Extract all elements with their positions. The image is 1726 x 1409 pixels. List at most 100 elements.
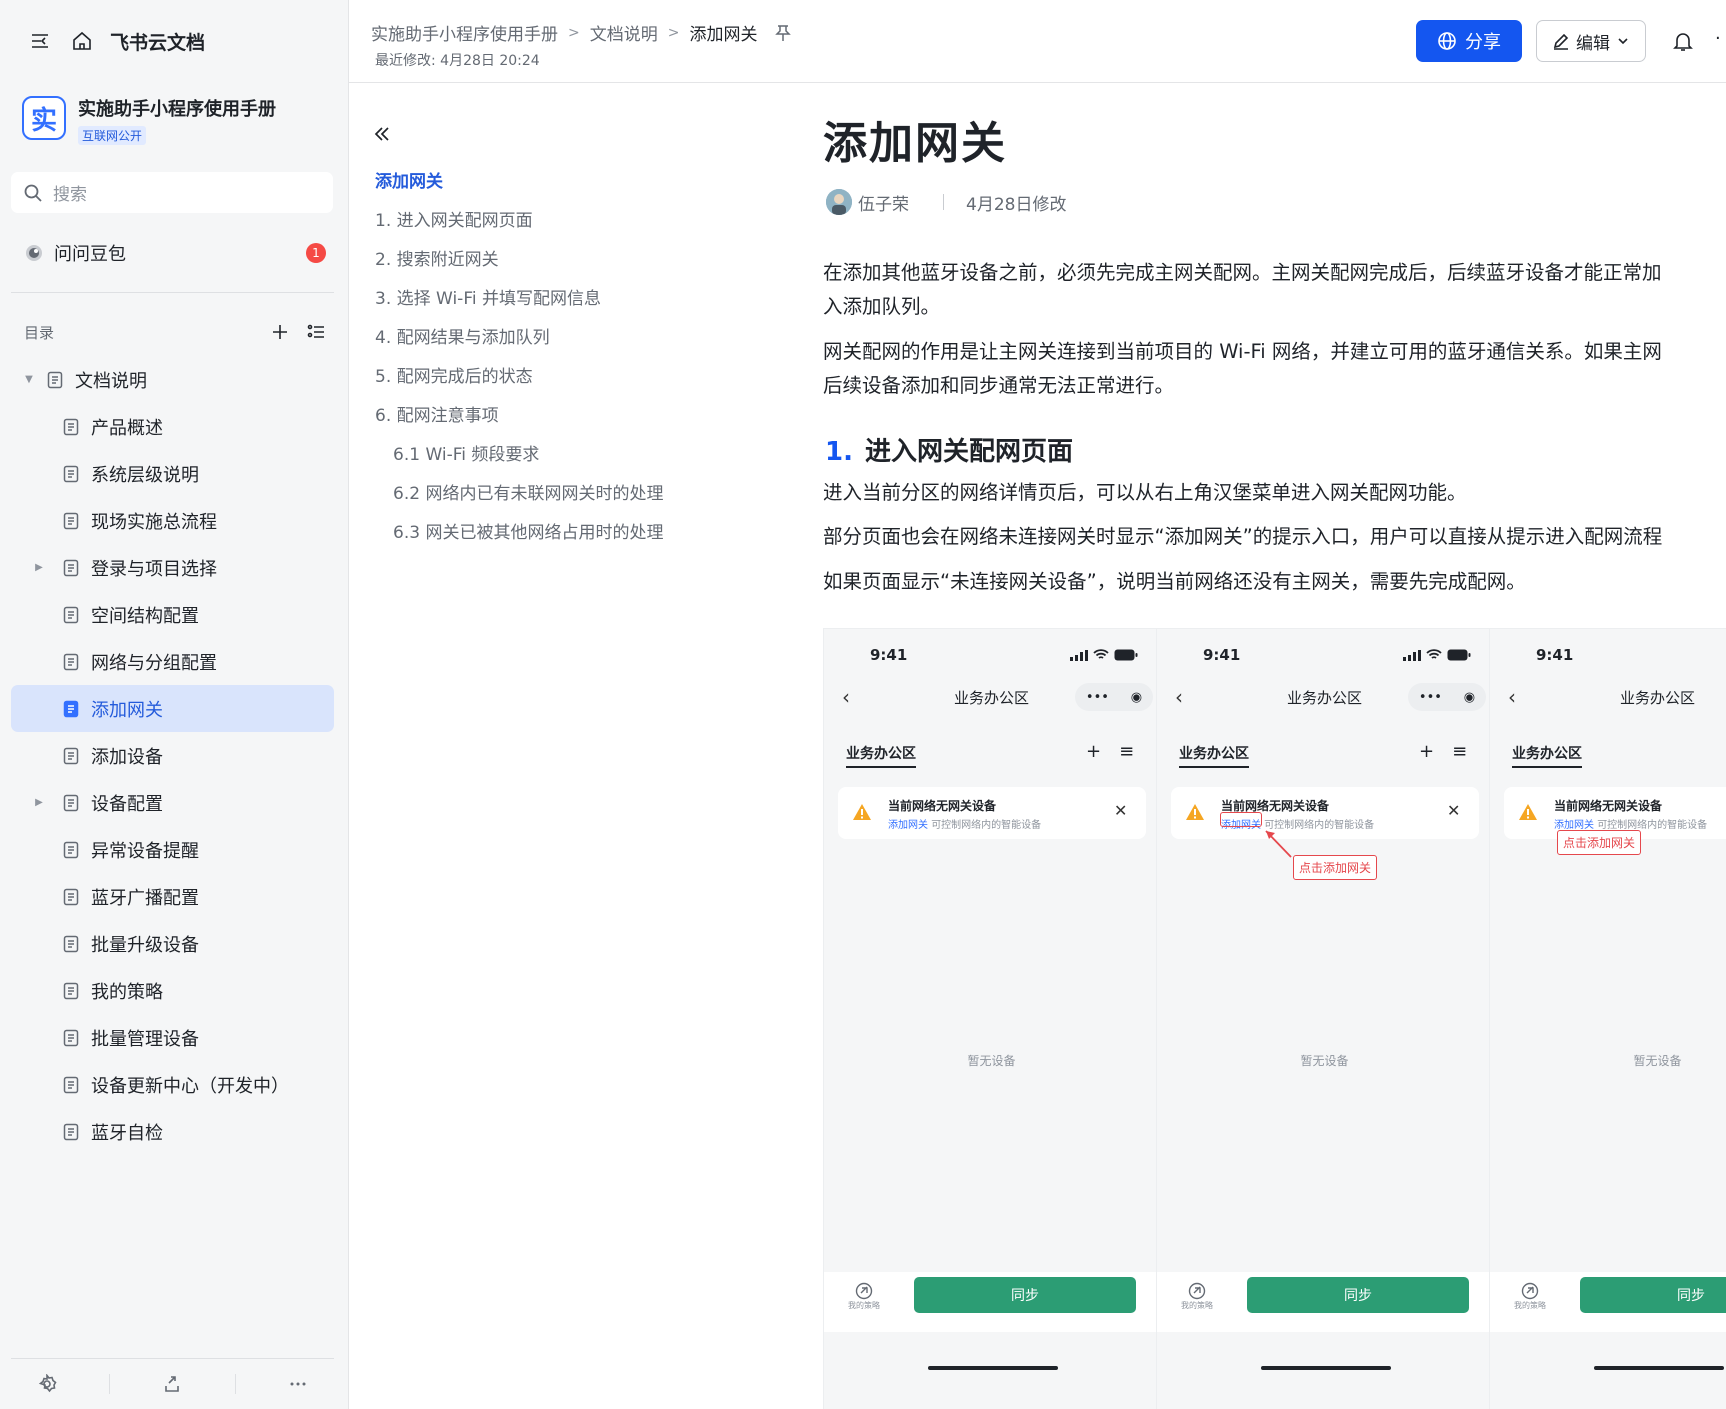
outline-item[interactable]: 6.1 Wi-Fi 频段要求 bbox=[375, 436, 735, 475]
miniprogram-capsule: ••• ◉ bbox=[1075, 683, 1153, 711]
paragraph[interactable]: 网关配网的作用是让主网关连接到当前项目的 Wi-Fi 网络，并建立可用的蓝牙通信… bbox=[823, 335, 1662, 369]
warning-icon bbox=[1186, 804, 1204, 820]
outline-item[interactable]: 5. 配网完成后的状态 bbox=[375, 358, 735, 397]
share-out-icon[interactable] bbox=[162, 1374, 182, 1394]
paragraph[interactable]: 在添加其他蓝牙设备之前，必须先完成主网关配网。主网关配网完成后，后续蓝牙设备才能… bbox=[823, 256, 1662, 290]
tree-item-label: 批量升级设备 bbox=[91, 934, 199, 956]
chevron-right-icon: > bbox=[568, 24, 580, 41]
outline-item[interactable]: 6.3 网关已被其他网络占用时的处理 bbox=[375, 514, 735, 553]
tree-item[interactable]: 设备更新中心（开发中） bbox=[11, 1061, 334, 1108]
collapse-sidebar-icon[interactable] bbox=[26, 27, 54, 55]
outline-item[interactable]: 2. 搜索附近网关 bbox=[375, 241, 735, 280]
tree-item[interactable]: 现场实施总流程 bbox=[11, 497, 334, 544]
more-icon[interactable] bbox=[288, 1374, 308, 1394]
paragraph[interactable]: 入添加队列。 bbox=[823, 290, 940, 324]
strategy-label: 我的策略 bbox=[1181, 1301, 1213, 1310]
doc-icon bbox=[63, 465, 79, 482]
doc-icon bbox=[63, 841, 79, 858]
tree-item[interactable]: 添加网关 bbox=[11, 685, 334, 732]
phone-tabbar: 我的策略 同步 bbox=[1490, 1272, 1726, 1332]
tree-item[interactable]: ▶ 登录与项目选择 bbox=[11, 544, 334, 591]
tree-item[interactable]: 网络与分组配置 bbox=[11, 638, 334, 685]
section-heading[interactable]: 1. 进入网关配网页面 bbox=[825, 431, 1073, 468]
breadcrumb-item[interactable]: 实施助手小程序使用手册 bbox=[371, 20, 558, 45]
tree-item[interactable]: 蓝牙广播配置 bbox=[11, 873, 334, 920]
brand-name[interactable]: 飞书云文档 bbox=[110, 28, 205, 55]
home-icon[interactable] bbox=[68, 27, 96, 55]
phone-navbar: ‹ 业务办公区 •••◉ bbox=[1157, 677, 1492, 717]
ask-doubao[interactable]: 问问豆包 1 bbox=[24, 241, 326, 265]
breadcrumb: 实施助手小程序使用手册 > 文档说明 > 添加网关 bbox=[371, 20, 792, 45]
tree-item[interactable]: 蓝牙自检 bbox=[11, 1108, 334, 1155]
doc-title[interactable]: 添加网关 bbox=[823, 107, 1007, 171]
paragraph[interactable]: 进入当前分区的网络详情页后，可以从右上角汉堡菜单进入网关配网功能。 bbox=[823, 476, 1467, 510]
paragraph[interactable]: 如果页面显示“未连接网关设备”，说明当前网络还没有主网关，需要先完成配网。 bbox=[823, 565, 1526, 599]
sidebar-divider bbox=[11, 292, 334, 293]
tree-item[interactable]: 异常设备提醒 bbox=[11, 826, 334, 873]
tree-item[interactable]: 空间结构配置 bbox=[11, 591, 334, 638]
outline-item[interactable]: 添加网关 bbox=[375, 163, 735, 202]
author-avatar[interactable] bbox=[826, 189, 852, 215]
share-label: 分享 bbox=[1465, 32, 1501, 53]
battery-icon bbox=[1114, 649, 1138, 661]
tree-item[interactable]: 批量管理设备 bbox=[11, 1014, 334, 1061]
collapse-outline-icon[interactable] bbox=[371, 123, 393, 145]
breadcrumb-item[interactable]: 文档说明 bbox=[590, 20, 658, 45]
outline-item[interactable]: 6. 配网注意事项 bbox=[375, 397, 735, 436]
caret-down-icon[interactable]: ▼ bbox=[21, 374, 37, 385]
phone-status-icons bbox=[1070, 649, 1138, 661]
bell-icon[interactable] bbox=[1672, 30, 1694, 52]
outline-item[interactable]: 4. 配网结果与添加队列 bbox=[375, 319, 735, 358]
tree-item-label: 添加网关 bbox=[91, 699, 163, 721]
alert-title: 当前网络无网关设备 bbox=[888, 799, 997, 813]
tree-item[interactable]: 批量升级设备 bbox=[11, 920, 334, 967]
tree-item[interactable]: 添加设备 bbox=[11, 732, 334, 779]
settings-icon[interactable] bbox=[37, 1374, 57, 1394]
paragraph[interactable]: 部分页面也会在网络未连接网关时显示“添加网关”的提示入口，用户可以直接从提示进入… bbox=[823, 520, 1662, 554]
capsule-close-icon: ◉ bbox=[1463, 689, 1476, 705]
search-icon bbox=[24, 184, 42, 202]
tree-item-label: 我的策略 bbox=[91, 981, 163, 1003]
doc-tree: ▼ 文档说明 产品概述 系统层级说明 现场实施总流程 ▶ 登录与项目选择 空间结构配置 网络… bbox=[11, 356, 334, 1155]
wifi-icon bbox=[1093, 649, 1109, 659]
edit-button[interactable]: 编辑 bbox=[1536, 20, 1646, 62]
space-header[interactable]: 实 实施助手小程序使用手册 互联网公开 bbox=[22, 96, 276, 145]
search-input[interactable]: 搜索 bbox=[11, 172, 333, 213]
doc-icon bbox=[47, 371, 63, 388]
sidebar-top-bar: 飞书云文档 bbox=[26, 26, 205, 56]
tree-item[interactable]: 产品概述 bbox=[11, 403, 334, 450]
breadcrumb-current[interactable]: 添加网关 bbox=[689, 20, 757, 45]
author-name[interactable]: 伍子荣 bbox=[858, 190, 909, 215]
caret-right-icon[interactable]: ▶ bbox=[31, 562, 47, 573]
strategy-icon bbox=[1188, 1282, 1206, 1300]
phone-screenshot: 9:41 ‹ 业务办公区 •••◉ 业务办公区 +≡ 当前网络无网关设备 添加网… bbox=[1489, 628, 1726, 1409]
header-more-icon[interactable]: · bbox=[1715, 28, 1721, 49]
doc-icon bbox=[63, 700, 79, 717]
section-title: 进入网关配网页面 bbox=[864, 437, 1073, 467]
tree-item[interactable]: 系统层级说明 bbox=[11, 450, 334, 497]
tree-item[interactable]: 我的策略 bbox=[11, 967, 334, 1014]
doc-icon bbox=[63, 559, 79, 576]
outline-item[interactable]: 6.2 网络内已有未联网网关时的处理 bbox=[375, 475, 735, 514]
paragraph[interactable]: 后续设备添加和同步通常无法正常进行。 bbox=[823, 369, 1174, 403]
outline-item[interactable]: 3. 选择 Wi-Fi 并填写配网信息 bbox=[375, 280, 735, 319]
space-logo: 实 bbox=[22, 96, 66, 140]
phone-navbar: ‹ 业务办公区 •••◉ bbox=[824, 677, 1159, 717]
tree-root-item[interactable]: ▼ 文档说明 bbox=[11, 356, 334, 403]
caret-right-icon[interactable]: ▶ bbox=[31, 797, 47, 808]
phone-time: 9:41 bbox=[870, 646, 908, 664]
add-icon[interactable] bbox=[270, 322, 290, 342]
globe-icon bbox=[1438, 32, 1456, 50]
signal-icon bbox=[1070, 649, 1088, 661]
tree-item[interactable]: ▶ 设备配置 bbox=[11, 779, 334, 826]
search-placeholder: 搜索 bbox=[53, 185, 87, 205]
phone-title: 业务办公区 bbox=[1619, 689, 1695, 707]
outline-item[interactable]: 1. 进入网关配网页面 bbox=[375, 202, 735, 241]
public-tag: 互联网公开 bbox=[78, 126, 147, 145]
pencil-icon bbox=[1553, 33, 1569, 50]
pin-icon[interactable] bbox=[775, 24, 792, 42]
strategy-tab: 我的策略 bbox=[1177, 1282, 1217, 1311]
chevron-down-icon bbox=[1618, 38, 1628, 45]
list-settings-icon[interactable] bbox=[306, 322, 326, 342]
share-button[interactable]: 分享 bbox=[1416, 20, 1522, 62]
